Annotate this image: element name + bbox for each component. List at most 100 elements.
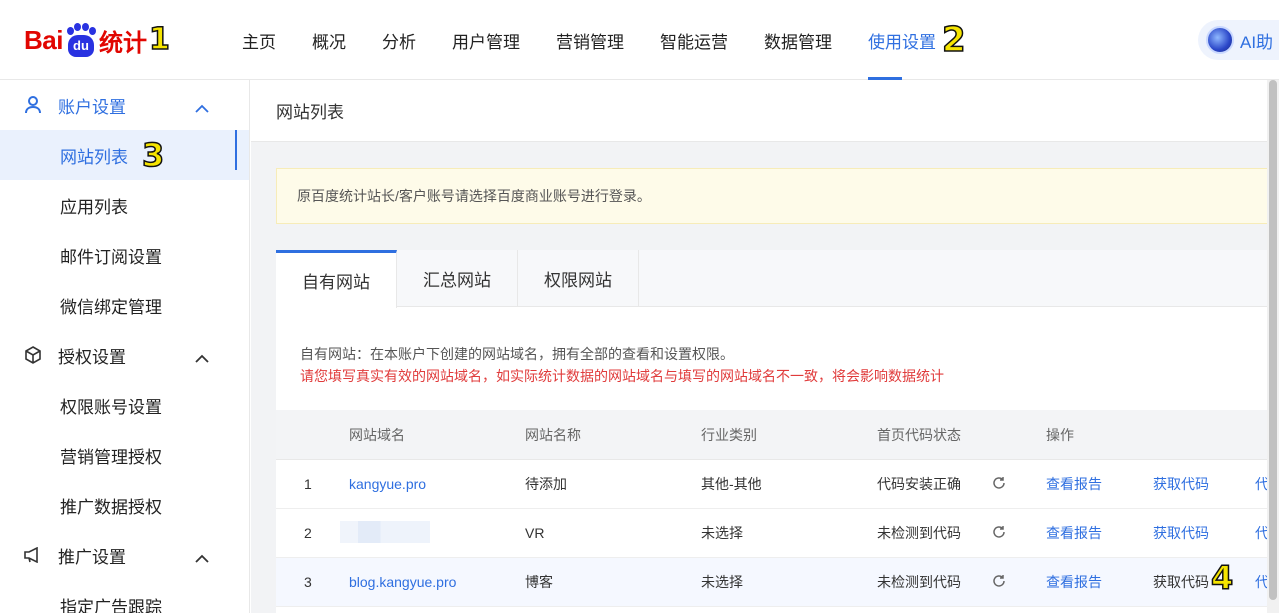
code-status: 未检测到代码 (877, 525, 961, 541)
sidebar-group-authorization-settings[interactable]: 授权设置 (0, 330, 249, 380)
chevron-up-icon (195, 548, 209, 568)
site-domain-link[interactable]: kangyue.pro (349, 476, 426, 492)
sidebar-item-wechat-binding[interactable]: 微信绑定管理 (0, 280, 249, 330)
main-content: 网站列表 原百度统计站长/客户账号请选择百度商业账号进行登录。 自有网站 汇总网… (251, 80, 1279, 613)
nav-label: 智能运营 (660, 32, 728, 52)
chevron-up-icon (195, 348, 209, 368)
sidebar-item-label: 邮件订阅设置 (60, 247, 162, 267)
sidebar-item-label: 网站列表 (60, 147, 128, 167)
user-icon (24, 96, 42, 114)
sidebar-group-promotion-settings[interactable]: 推广设置 (0, 530, 249, 580)
row-index: 1 (304, 476, 312, 492)
code-status: 未检测到代码 (877, 574, 961, 590)
nav-item-settings[interactable]: 使用设置 2 (850, 0, 984, 80)
blurred-domain (340, 520, 430, 546)
nav-label: 概况 (312, 32, 346, 52)
scrollbar-thumb[interactable] (1269, 80, 1277, 600)
page-scrollbar[interactable] (1267, 80, 1279, 613)
tab-permission-sites[interactable]: 权限网站 (518, 250, 639, 307)
tab-own-sites[interactable]: 自有网站 (276, 250, 397, 308)
top-navigation-bar: Bai du 统计 1 主页 概况 分析 用户管理 营销管理 智能运营 数据管理… (0, 0, 1279, 80)
site-name: 待添加 (525, 476, 567, 492)
row-index: 2 (304, 525, 312, 541)
tab-label: 自有网站 (302, 273, 370, 292)
get-code-link[interactable]: 获取代码 (1153, 474, 1209, 494)
sidebar-item-promotion-data-authorization[interactable]: 推广数据授权 (0, 480, 249, 530)
view-report-link[interactable]: 查看报告 (1046, 572, 1102, 592)
tab-label: 汇总网站 (423, 271, 491, 290)
sidebar-item-ad-tracking[interactable]: 指定广告跟踪 (0, 580, 249, 613)
sidebar-item-website-list[interactable]: 网站列表 3 (0, 130, 249, 180)
megaphone-icon (24, 546, 42, 564)
ai-assistant-label: AI助 (1240, 32, 1274, 52)
nav-label: 数据管理 (764, 32, 832, 52)
refresh-icon[interactable] (992, 574, 1006, 591)
site-name: 博客 (525, 574, 553, 590)
nav-item-user-management[interactable]: 用户管理 (434, 0, 538, 80)
ai-assistant-button[interactable]: AI助 (1198, 20, 1279, 60)
tab-label: 权限网站 (544, 271, 612, 290)
nav-item-analysis[interactable]: 分析 (364, 0, 434, 80)
view-report-link[interactable]: 查看报告 (1046, 474, 1102, 494)
annotation-marker-3: 3 (141, 136, 165, 174)
table-row: 2 VR 未选择 未检测到代码 查看报告 获取代码 代 (276, 509, 1279, 558)
refresh-icon[interactable] (992, 525, 1006, 542)
nav-item-home[interactable]: 主页 (224, 0, 294, 80)
refresh-icon[interactable] (992, 476, 1006, 493)
logo-du-text: du (67, 35, 94, 57)
sidebar-item-label: 营销管理授权 (60, 447, 162, 467)
sidebar-item-label: 应用列表 (60, 197, 128, 217)
column-header-site-name: 网站名称 (525, 426, 581, 443)
site-industry: 其他-其他 (701, 476, 762, 492)
login-notice-banner: 原百度统计站长/客户账号请选择百度商业账号进行登录。 (276, 168, 1279, 224)
column-header-code-status: 首页代码状态 (877, 426, 961, 443)
tab-description: 自有网站：在本账户下创建的网站域名，拥有全部的查看和设置权限。 请您填写真实有效… (276, 307, 1279, 387)
nav-item-smart-operations[interactable]: 智能运营 (642, 0, 746, 80)
sidebar-item-marketing-authorization[interactable]: 营销管理授权 (0, 430, 249, 480)
cube-icon (24, 346, 42, 364)
sidebar-item-permission-accounts[interactable]: 权限账号设置 (0, 380, 249, 430)
get-code-link[interactable]: 获取代码 (1153, 523, 1209, 543)
column-header-domain: 网站域名 (349, 426, 405, 443)
sidebar-group-account-settings[interactable]: 账户设置 (0, 80, 249, 130)
annotation-marker-2: 2 (941, 20, 966, 60)
column-header-actions: 操作 (1046, 426, 1074, 443)
nav-item-data-management[interactable]: 数据管理 (746, 0, 850, 80)
sidebar-item-label: 微信绑定管理 (60, 297, 162, 317)
annotation-marker-1: 1 (148, 22, 170, 57)
column-header-industry: 行业类别 (701, 426, 757, 443)
website-table: 网站域名 网站名称 行业类别 首页代码状态 操作 1 kangyue.pro 待… (276, 410, 1279, 607)
description-text: 自有网站：在本账户下创建的网站域名，拥有全部的查看和设置权限。 (300, 346, 734, 362)
sidebar-item-app-list[interactable]: 应用列表 (0, 180, 249, 230)
sidebar-item-label: 权限账号设置 (60, 397, 162, 417)
baidu-tongji-logo[interactable]: Bai du 统计 1 (24, 16, 171, 64)
get-code-link[interactable]: 获取代码 (1153, 572, 1209, 592)
sidebar: 账户设置 网站列表 3 应用列表 邮件订阅设置 微信绑定管理 授权设置 权限账号… (0, 80, 250, 613)
nav-item-overview[interactable]: 概况 (294, 0, 364, 80)
sidebar-group-label: 推广设置 (58, 547, 126, 567)
nav-label: 用户管理 (452, 32, 520, 52)
page-title: 网站列表 (276, 103, 344, 122)
nav-item-marketing-management[interactable]: 营销管理 (538, 0, 642, 80)
site-type-tabs: 自有网站 汇总网站 权限网站 (276, 250, 1279, 308)
annotation-marker-4: 4 (1210, 559, 1234, 597)
breadcrumb: 网站列表 (251, 80, 1279, 142)
view-report-link[interactable]: 查看报告 (1046, 523, 1102, 543)
sidebar-item-email-subscription[interactable]: 邮件订阅设置 (0, 230, 249, 280)
site-name: VR (525, 525, 545, 541)
sidebar-group-label: 账户设置 (58, 97, 126, 117)
redacted-domain-block (340, 520, 430, 543)
nav-label: 分析 (382, 32, 416, 52)
baidu-paw-icon: du (65, 23, 97, 57)
site-domain-link[interactable]: blog.kangyue.pro (349, 574, 456, 590)
warning-text: 请您填写真实有效的网站域名，如实际统计数据的网站域名与填写的网站域名不一致，将会… (300, 368, 944, 384)
nav-label: 营销管理 (556, 32, 624, 52)
code-status: 代码安装正确 (877, 476, 961, 492)
table-row: 3 blog.kangyue.pro 博客 未选择 未检测到代码 查看报告 获取… (276, 558, 1279, 607)
tab-summary-sites[interactable]: 汇总网站 (397, 250, 518, 307)
table-row: 1 kangyue.pro 待添加 其他-其他 代码安装正确 查看报告 获取代码… (276, 460, 1279, 509)
sidebar-item-label: 指定广告跟踪 (60, 597, 162, 613)
nav-label: 主页 (242, 32, 276, 52)
sidebar-item-label: 推广数据授权 (60, 497, 162, 517)
ai-orb-icon (1206, 26, 1234, 54)
